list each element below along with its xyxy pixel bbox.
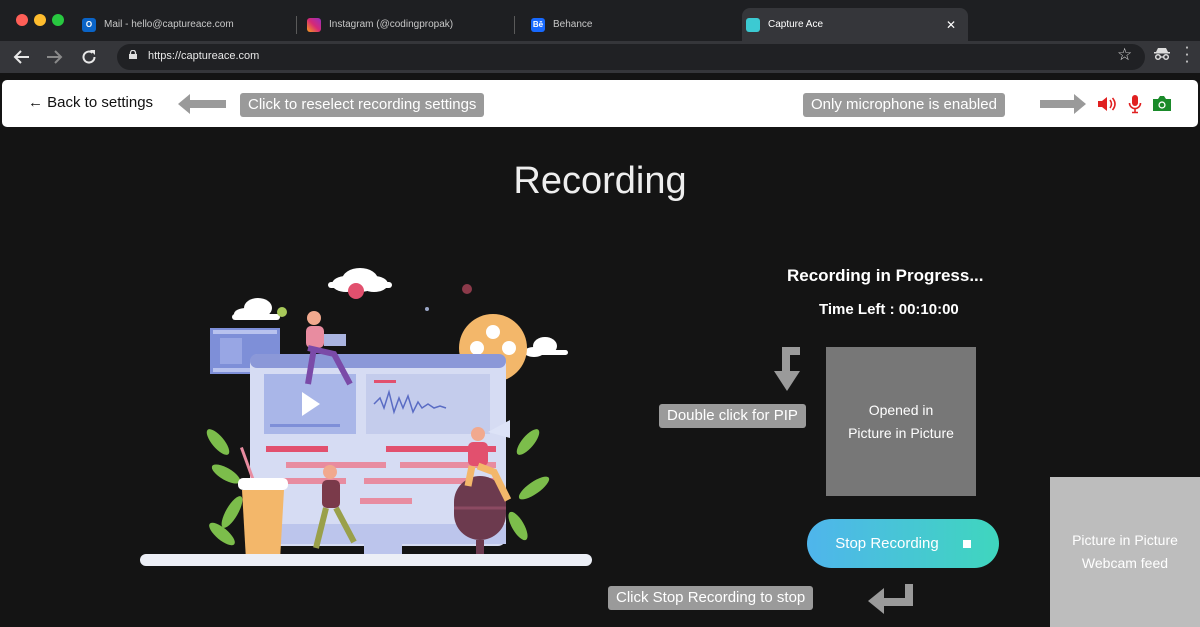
tab-captureace[interactable]: Capture Ace ✕ [742,8,968,41]
reload-icon[interactable] [77,45,101,69]
tab-label: Capture Ace [768,19,824,30]
stop-hint: Click Stop Recording to stop [608,586,814,610]
tab-mail[interactable]: O Mail - hello@captureace.com [82,8,292,41]
address-bar-row: https://captureace.com ☆ · · · [0,41,1200,73]
tab-label: Mail - hello@captureace.com [104,19,234,30]
recording-toolbar: ← Back to settings Click to reselect rec… [2,80,1198,127]
outlook-icon: O [82,17,96,32]
captureace-icon [746,17,760,32]
page-title: Recording [513,160,687,202]
recording-illustration [140,268,592,566]
green-dot [277,307,287,317]
mic-enabled-hint: Only microphone is enabled [803,93,1005,117]
left-arrow-icon [178,94,226,114]
tab-separator [514,16,515,34]
webcam-feed[interactable]: Picture in Picture Webcam feed [1050,477,1200,627]
microphone-icon[interactable] [1128,94,1142,114]
pip-preview[interactable]: Opened in Picture in Picture [826,347,976,496]
tab-label: Instagram (@codingpropak) [329,19,454,30]
close-window-button[interactable] [16,14,28,26]
stop-square-icon [962,539,971,548]
cloud-shape [522,337,568,357]
camera-icon[interactable] [1152,95,1172,112]
tab-behance[interactable]: Bē Behance [531,8,731,41]
pip-hint: Double click for PIP [659,404,806,428]
webcam-line1: Picture in Picture [1072,532,1178,548]
return-arrow-icon [868,584,913,614]
pip-box-line1: Opened in [868,401,934,418]
url-text: https://captureace.com [148,50,260,62]
pink-dot [348,283,364,299]
maroon-dot [462,284,472,294]
instagram-icon [307,17,321,32]
incognito-icon[interactable] [1153,47,1171,65]
stop-recording-label: Stop Recording [835,535,939,552]
right-arrow-icon [1040,94,1086,114]
browser-tab-bar: O Mail - hello@captureace.com Instagram … [0,0,1200,41]
tab-label: Behance [553,19,593,30]
cloud-shape [232,298,280,320]
minimize-window-button[interactable] [34,14,46,26]
tab-separator [296,16,297,34]
microphone-shape [454,476,506,560]
desk-shape [140,554,592,566]
back-arrow-icon[interactable] [10,45,34,69]
url-bar[interactable]: https://captureace.com [117,44,1145,70]
recording-status: Recording in Progress... [787,266,984,285]
forward-arrow-icon[interactable] [42,45,66,69]
webcam-line2: Webcam feed [1081,555,1169,571]
menu-dots-icon[interactable]: · · · [1184,41,1190,70]
pip-box-line2: Picture in Picture [848,424,954,441]
lock-icon [129,50,137,59]
behance-icon: Bē [531,17,545,32]
down-arrow-icon [774,347,800,391]
time-left: Time Left : 00:10:00 [819,301,959,318]
speaker-icon[interactable] [1097,95,1117,113]
small-dot [425,307,429,311]
close-tab-icon[interactable]: ✕ [946,18,956,32]
reselect-hint: Click to reselect recording settings [240,93,485,117]
bookmark-star-icon[interactable]: ☆ [1117,45,1132,65]
back-to-settings-link[interactable]: ← Back to settings [28,94,153,111]
stop-recording-button[interactable]: Stop Recording [807,519,999,568]
tab-instagram[interactable]: Instagram (@codingpropak) [307,8,507,41]
maximize-window-button[interactable] [52,14,64,26]
